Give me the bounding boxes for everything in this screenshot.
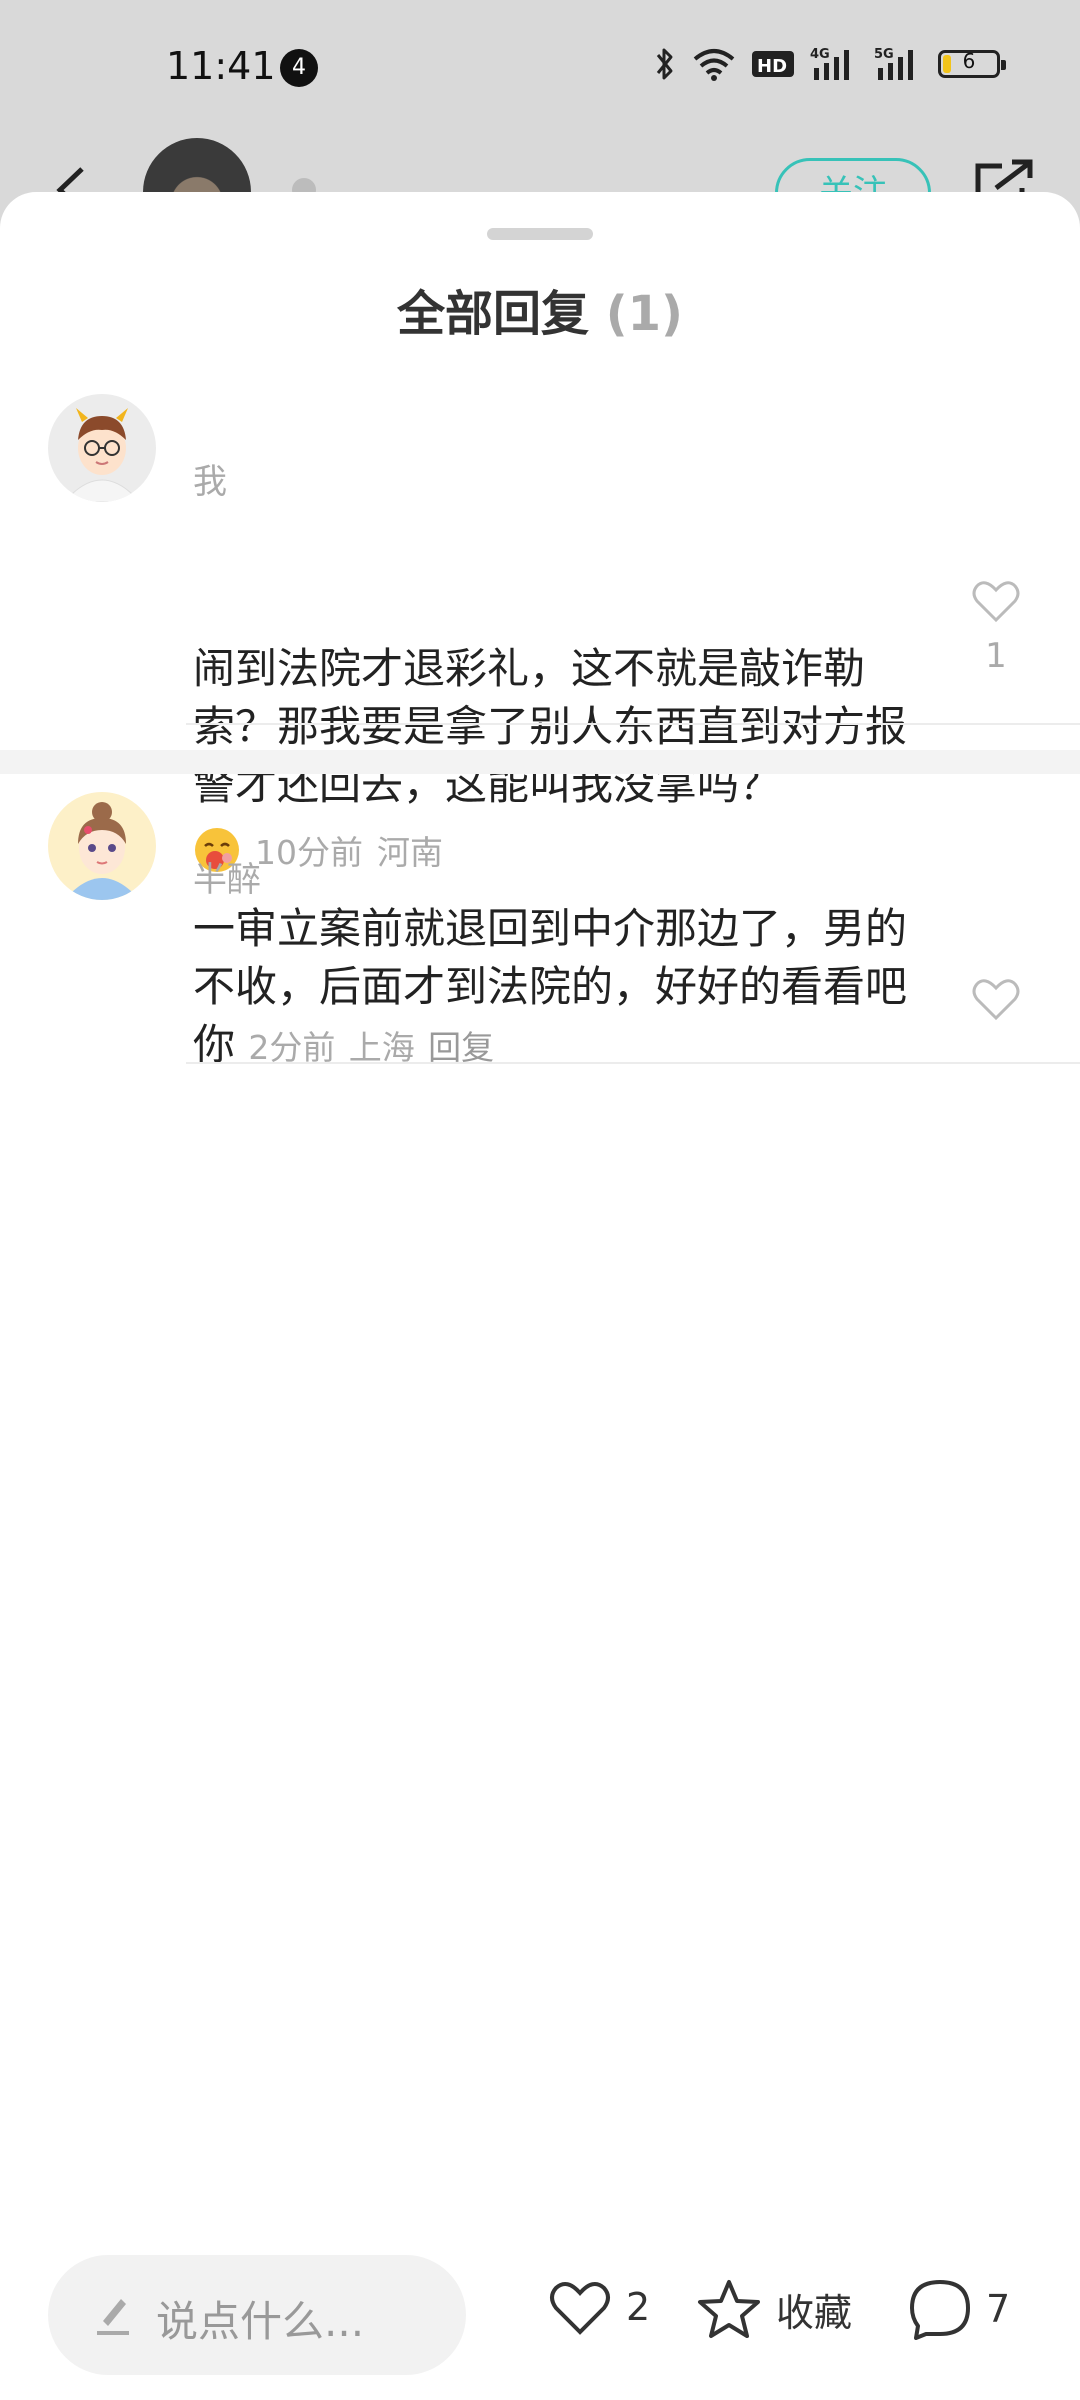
avatar-girl-icon bbox=[48, 792, 156, 900]
comment-username[interactable]: 我 bbox=[193, 454, 227, 503]
avatar-boy-icon bbox=[48, 394, 156, 502]
svg-text:5G: 5G bbox=[874, 47, 894, 62]
bottom-action-bar: 说点什么... 2 收藏 7 bbox=[0, 2240, 1080, 2400]
sheet-reply-count: (1) bbox=[605, 286, 683, 342]
comment-location: 河南 bbox=[377, 833, 443, 872]
pencil-icon bbox=[97, 2299, 129, 2335]
reply-sheet: 全部回复 (1) 我 闹到法院才退彩礼，这不就是敲诈勒索？那我要是拿了别人东西直… bbox=[0, 192, 1080, 2400]
signal-5g-icon: 5G bbox=[874, 47, 913, 80]
heart-icon bbox=[550, 2282, 610, 2335]
status-bar: 11:41 4 HD 4G 5G 6 bbox=[0, 0, 1080, 140]
comment-like-button[interactable]: 1 bbox=[966, 578, 1026, 676]
divider bbox=[186, 723, 1080, 725]
comment-time: 10分前 bbox=[255, 833, 363, 872]
bluetooth-icon bbox=[656, 48, 673, 80]
sheet-drag-handle[interactable] bbox=[487, 228, 593, 240]
hd-icon: HD bbox=[752, 51, 794, 77]
status-icons: HD 4G 5G 6 bbox=[654, 46, 1006, 82]
wifi-icon bbox=[693, 49, 735, 81]
comment-input-placeholder: 说点什么... bbox=[156, 2297, 365, 2346]
section-separator bbox=[0, 750, 1080, 774]
signal-4g-icon: 4G bbox=[810, 47, 849, 80]
svg-text:HD: HD bbox=[757, 56, 787, 77]
battery-level: 6 bbox=[962, 49, 976, 73]
comment-count: 7 bbox=[986, 2287, 1011, 2331]
like-button[interactable]: 2 bbox=[548, 2278, 650, 2336]
sheet-title-text: 全部回复 bbox=[396, 286, 589, 342]
favorite-label: 收藏 bbox=[776, 2290, 853, 2335]
favorite-button[interactable]: 收藏 bbox=[696, 2278, 852, 2340]
battery-icon: 6 bbox=[938, 49, 1006, 78]
divider bbox=[186, 1062, 1080, 1064]
heart-icon bbox=[972, 979, 1020, 1021]
heart-icon bbox=[972, 581, 1020, 623]
avatar[interactable] bbox=[48, 394, 156, 502]
sheet-title: 全部回复 (1) bbox=[0, 274, 1080, 344]
comment-text[interactable]: 一审立案前就退回到中介那边了，男的不收，后面才到法院的，好好的看看吧你 2分前 … bbox=[193, 900, 933, 1077]
comment-like-count: 1 bbox=[985, 636, 1007, 676]
comment-bubble-icon bbox=[910, 2280, 970, 2340]
star-icon bbox=[698, 2280, 760, 2338]
like-count: 2 bbox=[626, 2285, 651, 2329]
svg-text:4G: 4G bbox=[810, 47, 830, 62]
notification-badge: 4 bbox=[280, 49, 318, 87]
comment-username[interactable]: 半醉 bbox=[193, 852, 261, 901]
comment-text[interactable]: 闹到法院才退彩礼，这不就是敲诈勒索？那我要是拿了别人东西直到对方报警才还回去，这… bbox=[193, 640, 933, 814]
comment-input[interactable]: 说点什么... bbox=[48, 2255, 466, 2375]
comments-button[interactable]: 7 bbox=[908, 2278, 1010, 2340]
status-time: 11:41 bbox=[166, 44, 276, 88]
avatar[interactable] bbox=[48, 792, 156, 900]
comment-like-button[interactable] bbox=[966, 976, 1026, 1026]
